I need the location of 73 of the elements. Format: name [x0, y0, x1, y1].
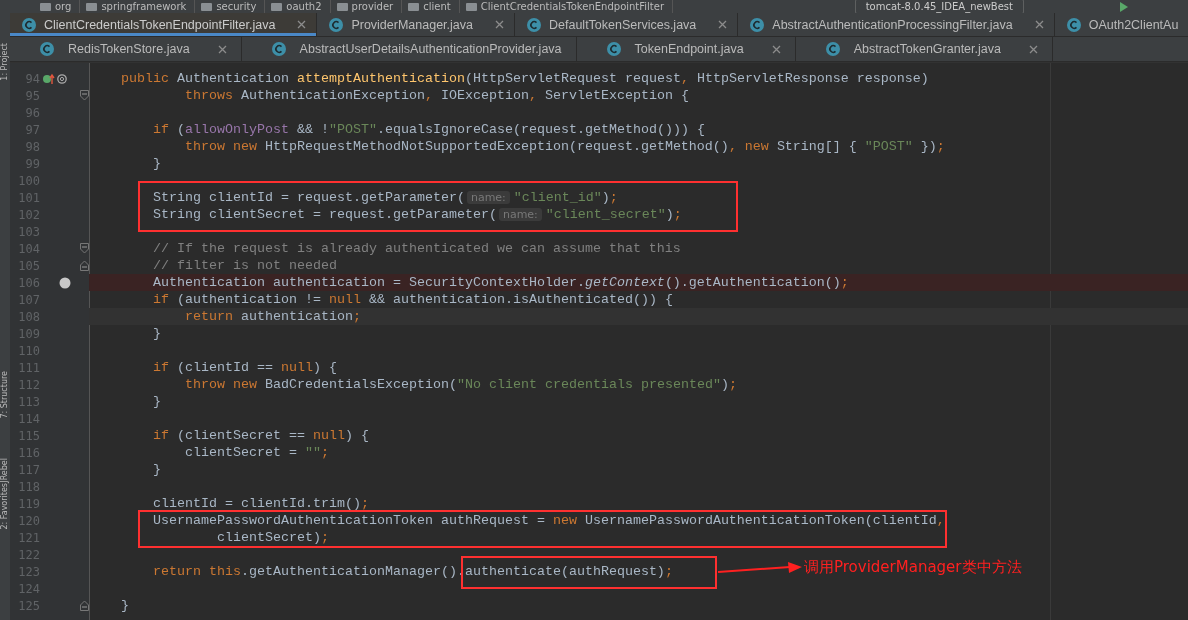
code-line: // filter is not needed: [152, 257, 337, 274]
tool-window-tab[interactable]: JRebel: [0, 458, 10, 483]
close-icon[interactable]: [297, 20, 307, 29]
editor-tab[interactable]: ProviderManager.java: [317, 13, 515, 36]
editor-tab[interactable]: AbstractAuthenticationProcessingFilter.java: [738, 13, 1055, 36]
override-icon[interactable]: [43, 72, 69, 85]
code-line: if (clientId == null) {: [152, 359, 337, 376]
close-icon[interactable]: [718, 20, 728, 29]
close-icon[interactable]: [1028, 44, 1038, 54]
folder-icon: [86, 2, 98, 11]
close-icon[interactable]: [495, 20, 504, 29]
fold-icon[interactable]: [80, 600, 89, 611]
code-line: }: [152, 325, 161, 342]
breadcrumb-item[interactable]: ClientCredentialsTokenEndpointFilter: [480, 0, 665, 13]
code-line: String clientSecret = request.getParameter( name: "client_secret");: [152, 206, 682, 223]
class-icon: [329, 17, 344, 32]
code-line: clientSecret = "";: [183, 444, 329, 461]
tool-window-tab[interactable]: 2: Favorites: [0, 482, 10, 530]
editor-tab[interactable]: ClientCredentialsTokenEndpointFilter.java: [10, 13, 318, 36]
code-line: }: [152, 393, 161, 410]
class-icon: [1066, 17, 1081, 32]
code-line: // If the request is already authenticated we can assume that this: [152, 240, 681, 257]
code-line: if (clientSecret == null) {: [152, 427, 369, 444]
code-line: throws AuthenticationException, IOException, ServletException {: [183, 87, 689, 104]
breadcrumb-item[interactable]: springframework: [101, 0, 187, 13]
breadcrumb-item[interactable]: security: [216, 0, 257, 13]
class-icon: [22, 17, 36, 32]
code-line: throw new HttpRequestMethodNotSupportedException(request.getMethod(), new String[] { "POST" });: [183, 138, 945, 155]
code-line: throw new BadCredentialsException("No client credentials presented");: [183, 376, 737, 393]
editor-tab[interactable]: AbstractTokenGranter.java: [795, 37, 1053, 61]
class-icon: [825, 42, 840, 56]
code-line: if (allowOnlyPost && !"POST".equalsIgnoreCase(request.getMethod())) {: [152, 121, 705, 138]
code-line: if (authentication != null && authentication.isAuthenticated()) {: [152, 291, 673, 308]
code-line: clientId = clientId.trim();: [152, 495, 369, 512]
folder-icon: [465, 2, 477, 11]
code-line: }: [152, 155, 161, 172]
folder-icon: [271, 2, 283, 11]
editor-tab[interactable]: TokenEndpoint.java: [576, 37, 796, 61]
editor-tab[interactable]: OAuth2ClientAu: [1054, 13, 1188, 36]
fold-icon[interactable]: [80, 90, 89, 101]
code-line: }: [152, 461, 161, 478]
class-icon: [271, 42, 286, 56]
fold-icon[interactable]: [80, 260, 89, 271]
code-line: clientSecret);: [215, 529, 329, 546]
folder-icon: [408, 2, 420, 11]
annotation-text: 调用ProviderManager类中方法: [804, 558, 1022, 576]
class-icon: [527, 17, 541, 32]
class-icon: [750, 17, 765, 32]
breadcrumb-item[interactable]: client: [423, 0, 451, 13]
editor-tab[interactable]: AbstractUserDetailsAuthenticationProvider.java: [241, 37, 577, 61]
tool-window-tab[interactable]: 7: Structure: [0, 370, 10, 419]
code-line: String clientId = request.getParameter( name: "client_id");: [152, 189, 618, 206]
folder-icon: [336, 2, 348, 11]
folder-icon: [40, 2, 51, 11]
code-line: public Authentication attemptAuthentication(HttpServletRequest request, HttpServletResponse response): [120, 70, 929, 87]
folder-icon: [201, 2, 213, 11]
breadcrumb-item[interactable]: oauth2: [286, 0, 322, 13]
code-line: UsernamePasswordAuthenticationToken authRequest = new UsernamePasswordAuthenticationToken(clientId,: [152, 512, 945, 529]
code-line: return authentication;: [183, 308, 361, 325]
close-icon[interactable]: [771, 44, 781, 54]
class-icon: [40, 42, 54, 56]
editor-tab[interactable]: RedisTokenStore.java: [10, 37, 242, 61]
tool-window-tab[interactable]: 1: Project: [0, 43, 10, 81]
editor-tab[interactable]: DefaultTokenServices.java: [515, 13, 739, 36]
breadcrumb-item[interactable]: org: [55, 0, 72, 13]
close-icon[interactable]: [217, 44, 227, 54]
close-icon[interactable]: [1034, 20, 1044, 29]
fold-icon[interactable]: [80, 243, 89, 254]
breakpoint-icon[interactable]: [59, 276, 71, 289]
class-icon: [606, 42, 621, 56]
breadcrumb-item[interactable]: provider: [351, 0, 394, 13]
code-line: }: [120, 597, 129, 614]
code-line: Authentication authentication = SecurityContextHolder.getContext().getAuthentication();: [152, 274, 849, 291]
